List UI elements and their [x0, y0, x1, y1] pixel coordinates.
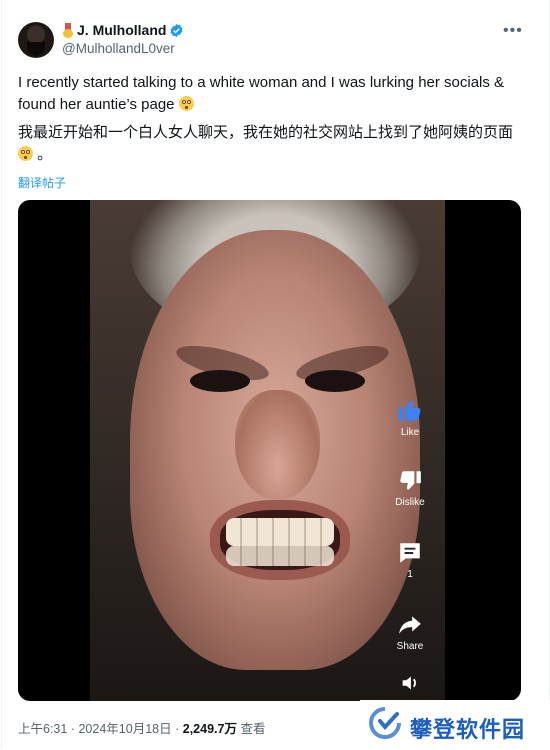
video-dislike-button: Dislike: [380, 468, 440, 508]
tweet-time[interactable]: 上午6:31: [18, 722, 67, 736]
comment-icon: [400, 543, 420, 563]
medal-icon: [62, 22, 74, 38]
video-player[interactable]: Like Dislike 1 Share: [18, 200, 521, 701]
author-name[interactable]: J. Mulholland: [77, 22, 166, 38]
tweet-meta: 上午6:31 · 2024年10月18日 · 2,249.7万 查看: [18, 722, 266, 736]
author-name-row[interactable]: J. Mulholland: [62, 22, 184, 38]
tweet-text-chinese: 我最近开始和一个白人女人聊天，我在她的社交网站上找到了她阿姨的页面 。: [18, 124, 514, 163]
tweet-date[interactable]: 2024年10月18日: [78, 722, 171, 736]
video-like-button: Like: [380, 396, 440, 438]
watermark-text: 攀登软件园: [410, 717, 526, 742]
thumbs-up-icon: [398, 400, 421, 421]
more-icon[interactable]: •••: [503, 22, 523, 40]
like-label: Like: [400, 427, 420, 438]
dislike-label: Dislike: [395, 497, 425, 508]
share-label: Share: [396, 641, 424, 652]
author-handle[interactable]: @MulhollandL0ver: [62, 41, 175, 56]
translate-post-link[interactable]: 翻译帖子: [18, 174, 66, 191]
flushed-emoji-icon: [18, 146, 33, 161]
flushed-emoji-icon: [178, 96, 194, 111]
video-frame: Like Dislike 1 Share: [90, 200, 445, 701]
view-count: 2,249.7万: [182, 722, 237, 736]
watermark-logo-icon: [369, 707, 401, 739]
sound-icon: [402, 676, 416, 690]
video-comment-button: 1: [380, 540, 440, 580]
views-label: 查看: [240, 722, 266, 736]
video-share-button: Share: [380, 612, 440, 652]
tweet-text-english: I recently started talking to a white wo…: [18, 74, 505, 113]
share-icon: [399, 616, 421, 634]
avatar[interactable]: [18, 22, 54, 58]
comment-count: 1: [407, 569, 413, 580]
verified-badge-icon: [171, 23, 183, 37]
video-sound-button: [380, 672, 440, 697]
thumbs-down-icon: [400, 471, 421, 490]
